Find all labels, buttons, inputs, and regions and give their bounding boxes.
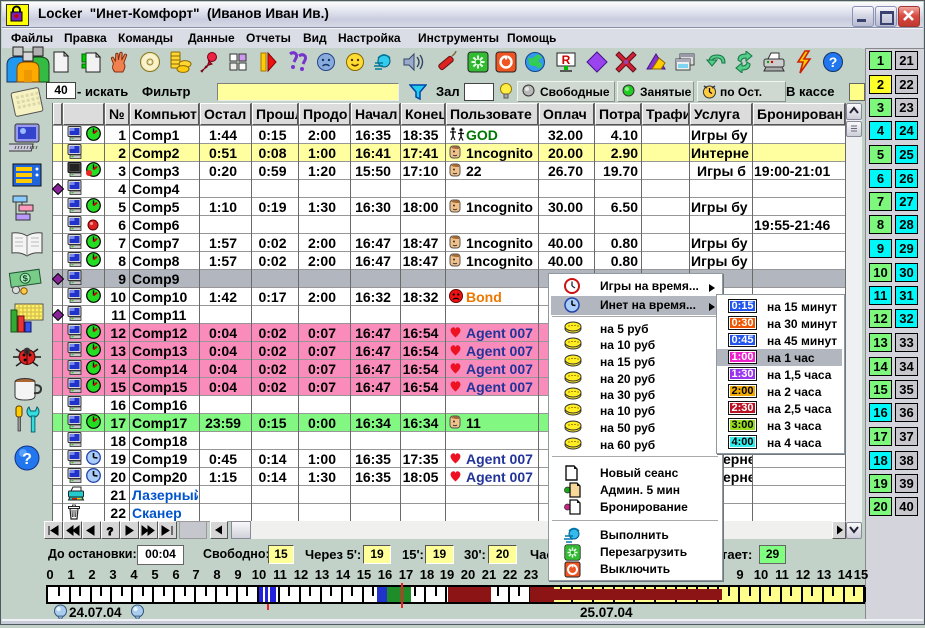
svg-text:?: ? (829, 54, 838, 70)
svg-text:R: R (562, 53, 571, 67)
svg-text:?: ? (22, 451, 32, 468)
svg-text:?: ? (107, 526, 114, 538)
